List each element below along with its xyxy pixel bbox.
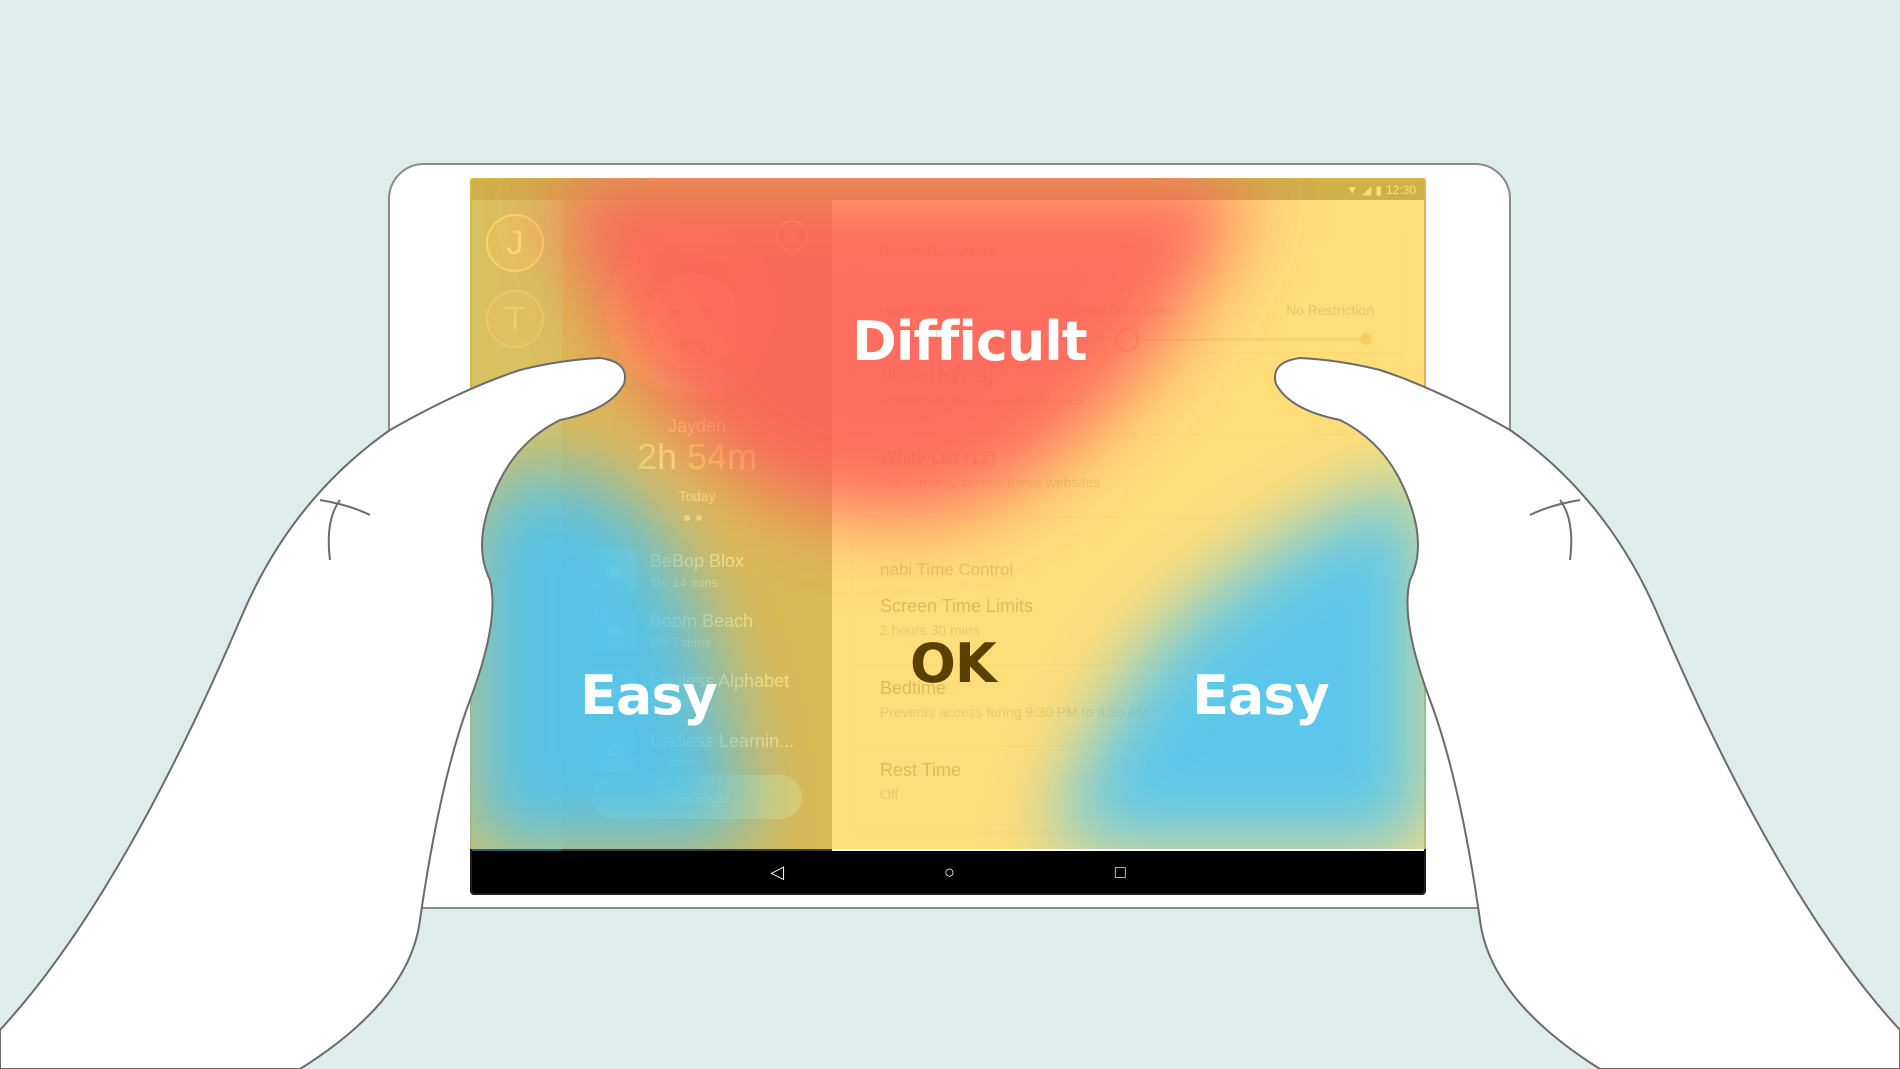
internet-access-title: Internet Access	[880, 242, 997, 261]
row-subtitle: Restrict kid to access these sites	[880, 392, 1084, 408]
home-icon[interactable]: ○	[944, 862, 955, 883]
page-dot-active[interactable]	[684, 515, 690, 521]
time-control-card: nabi Time Control Screen Time Limits 2 h…	[852, 536, 1402, 831]
app-usage: 22 mins	[650, 754, 696, 770]
back-icon[interactable]: ◁	[770, 862, 784, 883]
page-dot[interactable]	[696, 515, 702, 521]
row-subtitle: 2 hours 30 mins	[880, 622, 980, 638]
endless-alphabet-app-icon: ✱	[592, 668, 636, 712]
app-usage: 1hr 14 mins	[650, 574, 718, 590]
slider-stop[interactable]	[1360, 333, 1372, 345]
white-list-row[interactable]: White List (12) Kid can only access thes…	[852, 434, 1402, 516]
app-name: Endless Learnin...	[650, 730, 795, 751]
black-list-row[interactable]: Black List (23) Restrict kid to access t…	[852, 352, 1402, 434]
list-item[interactable]: ✿ Endless Learnin... 22 mins	[592, 720, 822, 780]
app-name: Boom Beach	[650, 610, 754, 631]
child-profile-panel: ✎ Jayden 2h 54m Today ◉ BeBop Blox 1hr 1…	[562, 200, 832, 851]
row-title: Rest Time	[880, 760, 962, 780]
battery-icon: ▮	[1375, 183, 1382, 197]
recents-icon[interactable]: □	[1115, 862, 1126, 883]
internet-access-card: Internet Access White list only Block bl…	[852, 220, 1402, 516]
row-subtitle: Off	[880, 786, 899, 802]
list-item[interactable]: ◉ BeBop Blox 1hr 14 mins	[592, 540, 822, 600]
row-title: White List (12)	[880, 448, 997, 468]
app-usage: 1hr 7 mins	[650, 634, 711, 650]
internet-access-slider-thumb[interactable]	[1115, 328, 1139, 352]
page-indicator	[684, 515, 702, 521]
endless-learning-app-icon: ✿	[592, 728, 636, 772]
row-title: Black List (23)	[880, 366, 995, 386]
status-bar: ▼ ◢ ▮ 12:30	[472, 180, 1424, 200]
android-nav-bar: ◁ ○ □	[472, 851, 1424, 893]
manage-button[interactable]: Manage	[592, 775, 802, 819]
divider	[852, 434, 1402, 435]
wifi-icon: ▼	[1346, 183, 1359, 197]
profile-switcher: J T	[472, 200, 562, 851]
bebop-blox-app-icon: ◉	[592, 548, 636, 592]
profile-photo	[606, 224, 780, 398]
status-time: 12:30	[1385, 183, 1416, 197]
option-white-list-only[interactable]: White list only	[880, 302, 966, 318]
slider-stop[interactable]	[882, 333, 894, 345]
app-content: J T ✎ Jayden 2h 54m Today ◉ BeBop Blox 1…	[472, 200, 1424, 851]
usage-time-total: 2h 54m	[636, 436, 758, 477]
app-name: Endless Alphabet	[650, 670, 790, 691]
app-usage-list: ◉ BeBop Blox 1hr 14 mins ☻ Boom Beach 1h…	[592, 540, 822, 780]
usage-period-label: Today	[678, 488, 716, 504]
row-subtitle: Prevents access furing 9:30 PM to 8:30 A…	[880, 704, 1149, 720]
option-no-restriction[interactable]: No Restriction	[1286, 302, 1374, 318]
list-item[interactable]: ☻ Boom Beach 1hr 7 mins	[592, 600, 822, 660]
list-item[interactable]: ✱ Endless Alphabet 55 mins	[592, 660, 822, 720]
app-usage: 55 mins	[650, 694, 696, 710]
avatar-j[interactable]: J	[486, 214, 544, 272]
pencil-icon: ✎	[785, 228, 799, 245]
settings-panel: Internet Access White list only Block bl…	[832, 200, 1424, 851]
row-title: Screen Time Limits	[880, 596, 1034, 616]
divider	[852, 746, 1402, 747]
signal-icon: ◢	[1362, 183, 1372, 197]
child-photo-illustration	[612, 230, 774, 392]
boom-beach-app-icon: ☻	[592, 608, 636, 652]
profile-name: Jayden	[667, 416, 727, 436]
row-title: Bedtime	[880, 678, 947, 698]
time-control-title: nabi Time Control	[880, 560, 1014, 579]
avatar-t[interactable]: T	[486, 290, 544, 348]
edit-profile-button[interactable]: ✎	[776, 220, 808, 252]
divider	[852, 352, 1402, 353]
tablet-screen: ▼ ◢ ▮ 12:30 J T ✎ Jayden 2h 54m Today ◉ …	[470, 178, 1426, 895]
rest-time-row[interactable]: Rest Time Off	[852, 746, 1402, 828]
option-block-blacklisted[interactable]: Block blacklisted	[1072, 302, 1176, 318]
row-subtitle: Kid can only access these websites	[880, 474, 1101, 490]
divider	[852, 664, 1402, 665]
bedtime-row[interactable]: Bedtime Prevents access furing 9:30 PM t…	[852, 664, 1402, 746]
screen-time-limits-row[interactable]: Screen Time Limits 2 hours 30 mins	[852, 582, 1402, 664]
app-name: BeBop Blox	[650, 550, 745, 571]
